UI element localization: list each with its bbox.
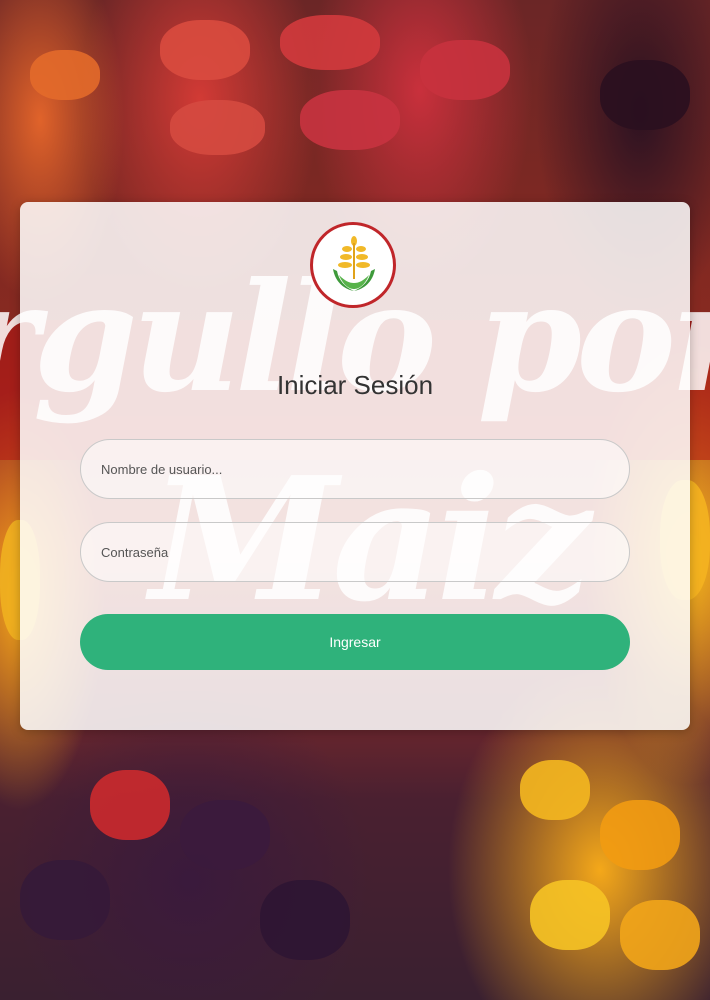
corn-kernel: [20, 860, 110, 940]
corn-kernel: [30, 50, 100, 100]
corn-kernel: [170, 100, 265, 155]
corn-kernel: [620, 900, 700, 970]
corn-kernel: [300, 90, 400, 150]
corn-kernel: [160, 20, 250, 80]
corn-kernel: [260, 880, 350, 960]
login-page: rgullo por Maiz Iniciar Sesión: [0, 0, 710, 1000]
corn-kernel: [420, 40, 510, 100]
password-input[interactable]: [80, 522, 630, 582]
login-card: Iniciar Sesión Ingresar: [20, 202, 690, 730]
corn-kernel: [600, 60, 690, 130]
login-submit-button[interactable]: Ingresar: [80, 614, 630, 670]
login-title: Iniciar Sesión: [276, 370, 434, 400]
corn-kernel: [530, 880, 610, 950]
wheat-hands-logo-icon: [310, 222, 396, 308]
corn-kernel: [280, 15, 380, 70]
corn-kernel: [90, 770, 170, 840]
corn-kernel: [520, 760, 590, 820]
corn-kernel: [600, 800, 680, 870]
username-input[interactable]: [80, 439, 630, 499]
corn-kernel: [180, 800, 270, 870]
